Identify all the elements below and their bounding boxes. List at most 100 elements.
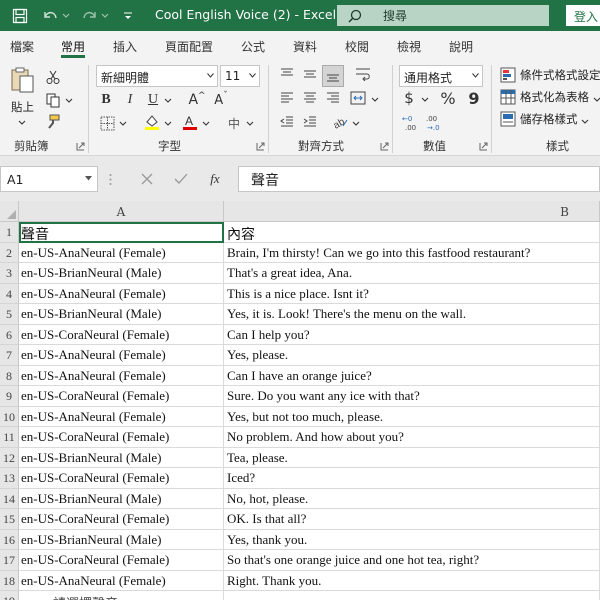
italic-button[interactable]: I <box>122 91 138 109</box>
cell-styles-dropdown-icon[interactable] <box>580 116 590 126</box>
underline-dropdown-icon[interactable] <box>163 95 173 105</box>
cell-b[interactable]: Yes, it is. Look! There's the menu on th… <box>224 304 600 325</box>
align-bottom-icon[interactable] <box>322 65 344 87</box>
conditional-formatting-label[interactable]: 條件式格式設定 <box>520 67 600 83</box>
merge-dropdown-icon[interactable] <box>370 94 380 104</box>
paste-dropdown-icon[interactable] <box>16 117 28 127</box>
tab-page-layout[interactable]: 頁面配置 <box>165 38 213 55</box>
cell-b[interactable]: OK. Is that all? <box>224 509 600 530</box>
cell-styles-icon[interactable] <box>499 110 517 128</box>
redo-icon[interactable] <box>80 6 100 26</box>
cell-b[interactable]: Sure. Do you want any ice with that? <box>224 386 600 407</box>
cell-a[interactable]: en-US-BrianNeural (Male) <box>19 304 224 325</box>
cell-b[interactable]: Iced? <box>224 468 600 489</box>
cell-a[interactable]: en-US-AnaNeural (Female) <box>19 570 224 591</box>
format-as-table-icon[interactable] <box>499 88 517 106</box>
tab-help[interactable]: 說明 <box>449 38 473 55</box>
cell-b[interactable]: Can I help you? <box>224 324 600 345</box>
cell-a[interactable]: 請選擇聲音 <box>19 591 224 600</box>
cell-b[interactable]: Can I have an orange juice? <box>224 365 600 386</box>
alignment-launcher-icon[interactable] <box>380 142 389 151</box>
cell-a[interactable]: en-US-AnaNeural (Female) <box>19 365 224 386</box>
enter-check-icon[interactable] <box>173 171 189 187</box>
column-header-a[interactable]: A <box>19 201 224 222</box>
cell-b[interactable]: Brain, I'm thirsty! Can we go into this … <box>224 242 600 263</box>
fill-color-icon[interactable] <box>142 112 162 132</box>
cell-a[interactable]: en-US-CoraNeural (Female) <box>19 550 224 571</box>
format-painter-icon[interactable] <box>44 113 62 131</box>
cell-styles-label[interactable]: 儲存格樣式 <box>520 111 578 127</box>
align-center-icon[interactable] <box>300 89 320 107</box>
undo-dropdown-icon[interactable] <box>61 6 71 26</box>
bold-button[interactable]: B <box>98 91 114 109</box>
tab-file[interactable]: 檔案 <box>10 38 34 55</box>
phonetic-dropdown-icon[interactable] <box>245 118 255 128</box>
search-box[interactable]: 搜尋 <box>337 5 549 26</box>
shrink-font-button[interactable]: Aˇ <box>212 91 230 109</box>
cell-b[interactable]: 內容 <box>224 222 600 243</box>
row-header[interactable]: 14 <box>0 488 19 509</box>
orientation-dropdown-icon[interactable] <box>351 118 361 128</box>
tab-data[interactable]: 資料 <box>293 38 317 55</box>
decrease-indent-icon[interactable] <box>277 113 297 131</box>
cell-a[interactable]: en-US-BrianNeural (Male) <box>19 447 224 468</box>
tab-insert[interactable]: 插入 <box>113 38 137 55</box>
cell-a[interactable]: en-US-AnaNeural (Female) <box>19 345 224 366</box>
row-header[interactable]: 10 <box>0 406 19 427</box>
copy-dropdown-icon[interactable] <box>64 95 74 105</box>
paste-label[interactable]: 貼上 <box>11 99 34 115</box>
more-options-icon[interactable] <box>106 171 114 187</box>
number-launcher-icon[interactable] <box>479 142 488 151</box>
row-header[interactable]: 16 <box>0 529 19 550</box>
row-header[interactable]: 13 <box>0 468 19 489</box>
fill-color-dropdown-icon[interactable] <box>163 118 173 128</box>
cell-b[interactable]: Yes, but not too much, please. <box>224 406 600 427</box>
cell-a[interactable]: en-US-BrianNeural (Male) <box>19 529 224 550</box>
cell-b[interactable]: No, hot, please. <box>224 488 600 509</box>
insert-function-icon[interactable]: fx <box>207 171 223 187</box>
row-header[interactable]: 19 <box>0 591 19 600</box>
decrease-decimal-icon[interactable]: .00 →.0 <box>424 113 444 133</box>
font-color-icon[interactable]: A <box>180 112 200 132</box>
align-right-icon[interactable] <box>323 89 343 107</box>
cell-a[interactable]: en-US-CoraNeural (Female) <box>19 324 224 345</box>
row-header[interactable]: 18 <box>0 570 19 591</box>
row-header[interactable]: 15 <box>0 509 19 530</box>
cell-a[interactable]: en-US-CoraNeural (Female) <box>19 468 224 489</box>
cancel-icon[interactable] <box>139 171 155 187</box>
cell-a[interactable]: en-US-AnaNeural (Female) <box>19 283 224 304</box>
customize-qat-icon[interactable] <box>118 6 138 26</box>
copy-icon[interactable] <box>44 91 62 109</box>
select-all-corner[interactable] <box>0 201 19 222</box>
format-as-table-dropdown-icon[interactable] <box>593 94 600 104</box>
row-header[interactable]: 12 <box>0 447 19 468</box>
login-button[interactable]: 登入 <box>566 5 600 26</box>
conditional-formatting-icon[interactable] <box>499 66 517 84</box>
percent-button[interactable]: % <box>439 89 457 108</box>
number-format-dropdown[interactable]: 通用格式 <box>399 65 483 87</box>
cell-a[interactable]: en-US-AnaNeural (Female) <box>19 242 224 263</box>
cell-a[interactable]: en-US-BrianNeural (Male) <box>19 488 224 509</box>
cell-b[interactable]: So that's one orange juice and one hot t… <box>224 550 600 571</box>
currency-dropdown-icon[interactable] <box>420 94 430 104</box>
align-top-icon[interactable] <box>277 65 297 83</box>
row-header[interactable]: 17 <box>0 550 19 571</box>
row-header[interactable]: 9 <box>0 386 19 407</box>
row-header[interactable]: 7 <box>0 345 19 366</box>
clipboard-launcher-icon[interactable] <box>76 142 85 151</box>
cell-a[interactable]: en-US-AnaNeural (Female) <box>19 406 224 427</box>
increase-decimal-icon[interactable]: ←0.00 <box>401 113 421 133</box>
underline-button[interactable]: U <box>145 91 161 109</box>
paste-icon[interactable] <box>8 65 36 95</box>
borders-dropdown-icon[interactable] <box>118 118 128 128</box>
cell-a[interactable]: en-US-CoraNeural (Female) <box>19 427 224 448</box>
format-as-table-label[interactable]: 格式化為表格 <box>520 89 589 105</box>
row-header[interactable]: 4 <box>0 283 19 304</box>
row-header[interactable]: 5 <box>0 304 19 325</box>
tab-home[interactable]: 常用 <box>61 38 85 55</box>
wrap-text-icon[interactable] <box>352 65 374 83</box>
tab-formulas[interactable]: 公式 <box>241 38 265 55</box>
cell-b[interactable]: That's a great idea, Ana. <box>224 263 600 284</box>
row-header[interactable]: 3 <box>0 263 19 284</box>
row-header[interactable]: 1 <box>0 222 19 243</box>
